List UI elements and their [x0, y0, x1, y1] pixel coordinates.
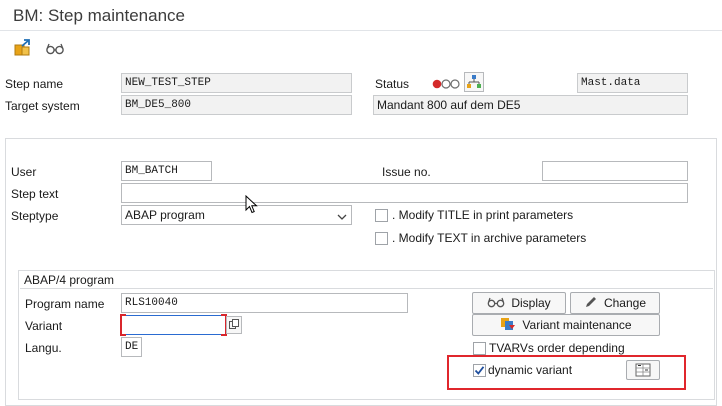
- abap-group-divider: [20, 288, 713, 289]
- steptype-value: ABAP program: [125, 208, 205, 222]
- modify-title-label: . Modify TITLE in print parameters: [392, 208, 574, 222]
- program-name-field[interactable]: RLS10040: [121, 293, 408, 313]
- window-title: BM: Step maintenance: [13, 6, 185, 25]
- abap-group-title: ABAP/4 program: [24, 273, 115, 287]
- variant-maintenance-icon: [500, 317, 516, 334]
- pencil-icon: [584, 295, 598, 312]
- steptype-select[interactable]: ABAP program: [121, 205, 352, 225]
- checkmark-icon: [474, 366, 485, 375]
- display-button-label: Display: [511, 296, 551, 310]
- transport-icon[interactable]: [13, 38, 33, 58]
- variant-maintenance-label: Variant maintenance: [522, 318, 632, 332]
- issue-no-field[interactable]: [542, 161, 688, 181]
- glasses-icon: [487, 296, 505, 311]
- value-help-icon[interactable]: [226, 316, 242, 334]
- change-button-label: Change: [603, 296, 647, 310]
- program-name-label: Program name: [25, 297, 105, 311]
- dynamic-variant-settings-button[interactable]: [626, 360, 660, 380]
- variant-label: Variant: [25, 319, 63, 333]
- step-text-label: Step text: [11, 187, 59, 201]
- langu-field[interactable]: DE: [121, 337, 142, 357]
- status-hierarchy-button[interactable]: [464, 72, 484, 92]
- langu-label: Langu.: [25, 341, 62, 355]
- target-system-label: Target system: [5, 99, 80, 113]
- modify-text-label: . Modify TEXT in archive parameters: [392, 231, 587, 245]
- step-name-field: NEW_TEST_STEP: [121, 73, 352, 93]
- target-system-field: BM_DE5_800: [121, 95, 352, 115]
- user-label: User: [11, 165, 37, 179]
- change-button[interactable]: Change: [570, 292, 660, 314]
- title-divider: [0, 30, 722, 31]
- mouse-cursor-icon: [245, 194, 259, 215]
- display-button[interactable]: Display: [472, 292, 566, 314]
- user-field[interactable]: BM_BATCH: [121, 161, 212, 181]
- variant-maintenance-button[interactable]: Variant maintenance: [472, 314, 660, 336]
- dynamic-variant-checkbox[interactable]: [473, 364, 486, 377]
- table-settings-icon: [635, 363, 651, 377]
- status-label: Status: [375, 77, 410, 91]
- status-value-field: Mast.data: [577, 73, 688, 93]
- steptype-label: Steptype: [11, 209, 59, 223]
- issue-no-label: Issue no.: [382, 165, 431, 179]
- step-name-label: Step name: [5, 77, 64, 91]
- variant-field[interactable]: [121, 315, 226, 335]
- step-text-field[interactable]: [121, 183, 688, 203]
- variant-focus-left-bracket: [120, 314, 126, 336]
- tvarv-checkbox[interactable]: [473, 342, 486, 355]
- dynamic-variant-label: dynamic variant: [488, 363, 573, 377]
- status-lights-icon: [432, 78, 460, 90]
- glasses-icon[interactable]: [45, 38, 65, 58]
- target-system-description: Mandant 800 auf dem DE5: [373, 95, 688, 115]
- tvarv-label: TVARVs order depending: [489, 341, 625, 355]
- modify-title-checkbox[interactable]: [375, 209, 388, 222]
- chevron-down-icon: [337, 209, 347, 227]
- modify-text-checkbox[interactable]: [375, 232, 388, 245]
